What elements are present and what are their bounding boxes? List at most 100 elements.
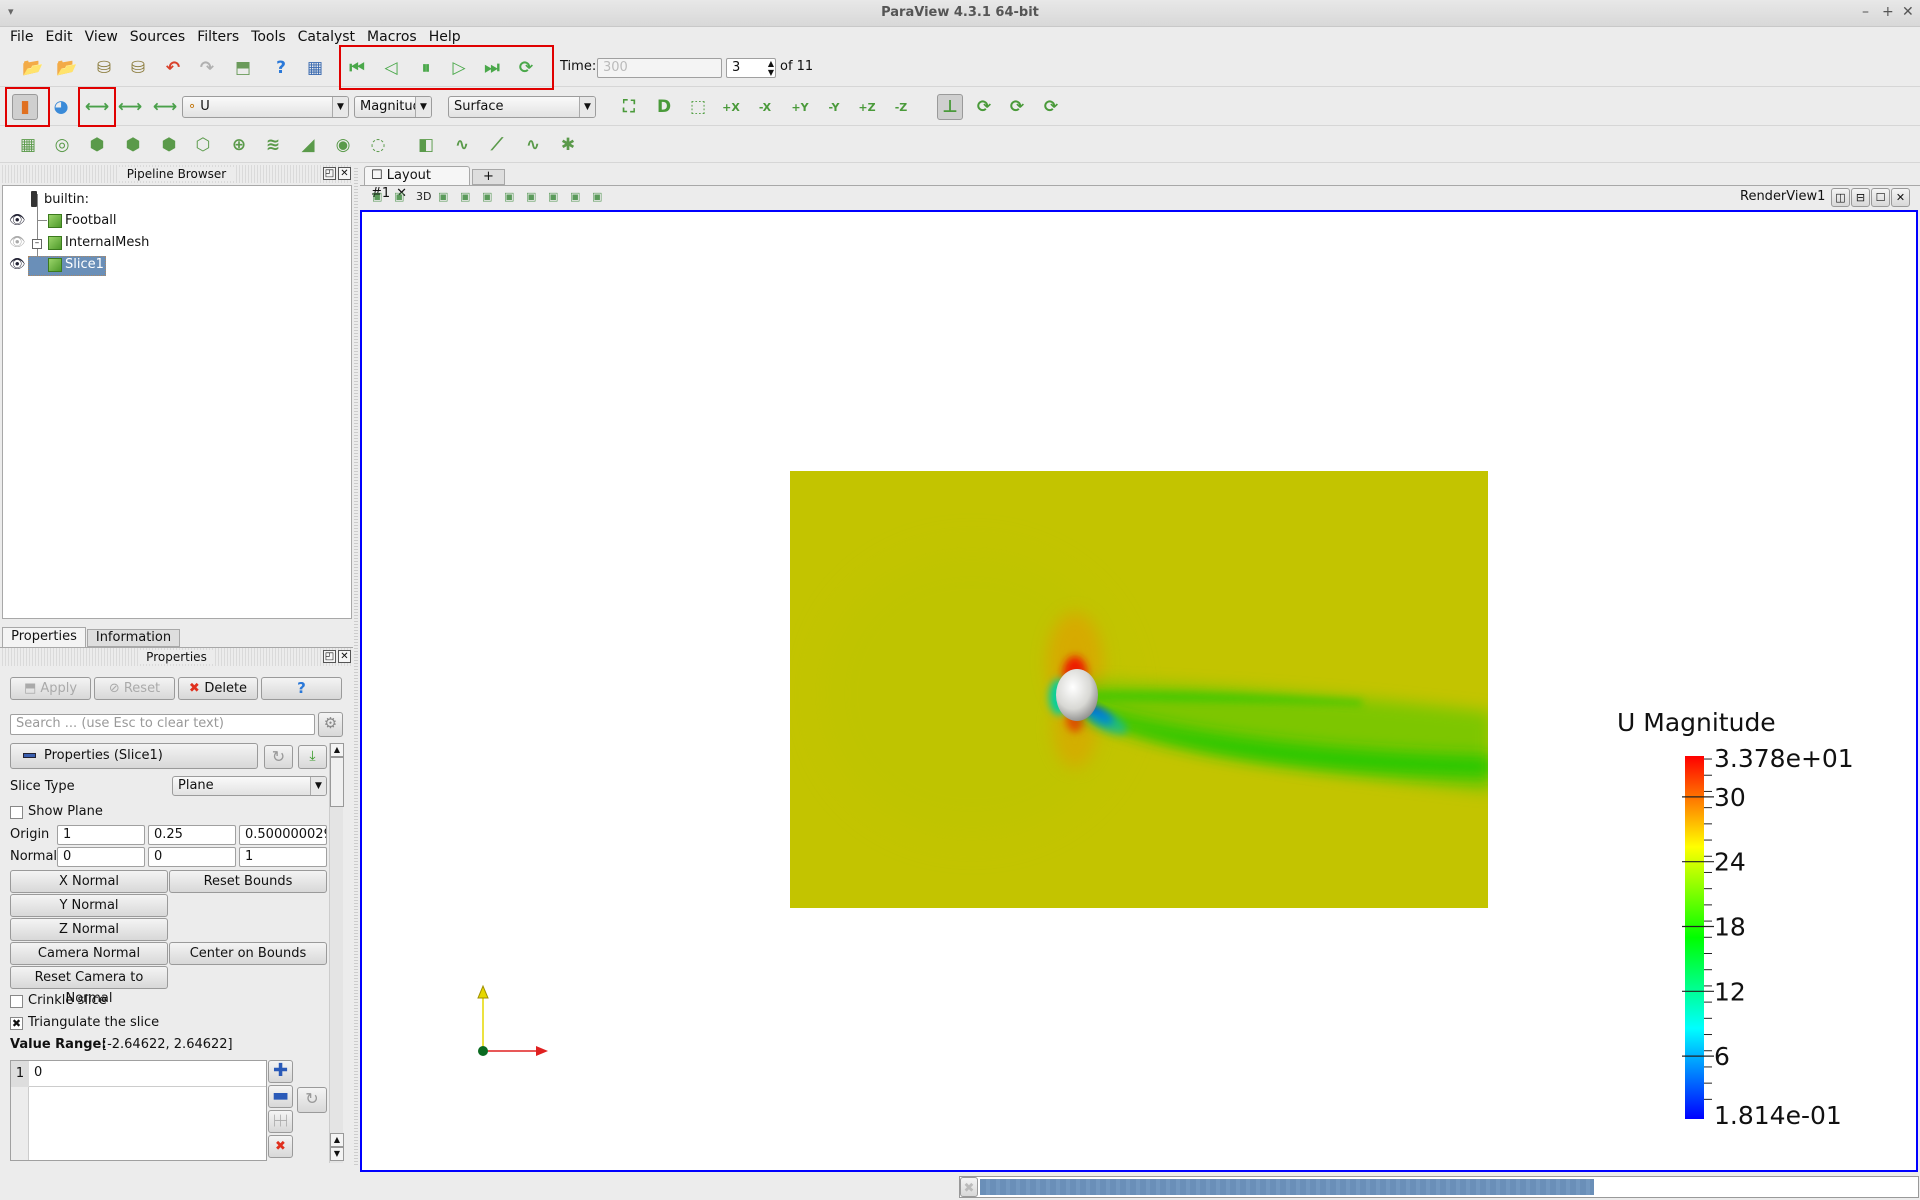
add-layout-tab-button[interactable]: + xyxy=(472,169,505,185)
normal-z-input[interactable]: 1 xyxy=(239,847,327,867)
clear-selection-icon[interactable]: ▣ xyxy=(592,190,602,203)
extract-level-icon[interactable]: ◌ xyxy=(365,132,391,158)
scroll-up-icon[interactable]: ▲ xyxy=(330,743,344,757)
rescale-visible-range-icon[interactable]: ⟷ xyxy=(152,94,178,120)
zoom-to-box-icon[interactable]: ⬚ xyxy=(685,94,711,120)
close-dock-icon[interactable]: ✕ xyxy=(338,650,351,663)
reset-camera-icon[interactable]: ⛶ xyxy=(616,94,642,120)
previous-frame-icon[interactable]: ◁ xyxy=(378,55,404,81)
splitter-handle[interactable] xyxy=(354,166,358,1166)
search-input[interactable]: Search ... (use Esc to clear text) xyxy=(10,714,315,735)
calculator-icon[interactable]: ▦ xyxy=(15,132,41,158)
toggle-3d-icon[interactable]: 3D xyxy=(416,190,431,203)
select-cells-through-icon[interactable]: ▣ xyxy=(482,190,492,203)
add-value-icon[interactable]: ✚ xyxy=(268,1060,293,1083)
normal-y-input[interactable]: 0 xyxy=(148,847,236,867)
contour-icon[interactable]: ◎ xyxy=(49,132,75,158)
tab-information[interactable]: Information xyxy=(87,629,180,647)
split-horizontal-icon[interactable]: ◫ xyxy=(1831,188,1850,207)
center-on-bounds-button[interactable]: Center on Bounds xyxy=(169,942,327,965)
last-frame-icon[interactable]: ⏭ xyxy=(479,55,505,81)
polygon-select-cells-icon[interactable]: ▣ xyxy=(526,190,536,203)
slice-icon[interactable]: ⬢ xyxy=(120,132,146,158)
reset-bounds-button[interactable]: Reset Bounds xyxy=(169,870,327,893)
properties-scrollbar[interactable]: ▲ ▲ ▼ xyxy=(329,743,344,1163)
z-normal-button[interactable]: Z Normal xyxy=(10,918,168,941)
menu-file[interactable]: File xyxy=(10,27,42,47)
time-input[interactable]: 300 xyxy=(597,58,722,78)
timestep-spinbox[interactable]: 3 ▲ ▼ xyxy=(726,58,776,78)
warp-by-vector-icon[interactable]: ◢ xyxy=(295,132,321,158)
component-select[interactable]: Magnitude ▼ xyxy=(354,96,432,118)
normal-x-input[interactable]: 0 xyxy=(57,847,145,867)
apply-button[interactable]: ⬒ Apply xyxy=(10,677,91,700)
split-vertical-icon[interactable]: ⊟ xyxy=(1851,188,1870,207)
plot-selection-over-time-icon[interactable]: ∿ xyxy=(520,132,546,158)
visibility-eye-icon[interactable]: 👁 xyxy=(9,213,26,228)
abort-icon[interactable]: ✖ xyxy=(960,1177,978,1197)
tab-layout-1[interactable]: ☐ Layout #1 ✕ xyxy=(364,166,470,201)
help-icon[interactable]: ? xyxy=(268,55,294,81)
scroll-down-icon[interactable]: ▼ xyxy=(330,1147,344,1161)
render-view[interactable]: U Magnitude 3.378e+01 1.814e-01 6 12 18 24 30 xyxy=(360,210,1918,1172)
scrollbar-thumb[interactable] xyxy=(330,757,344,807)
ruler-icon[interactable]: ✱ xyxy=(555,132,581,158)
float-dock-icon[interactable]: ◰ xyxy=(323,650,336,663)
visibility-eye-icon[interactable]: 👁 xyxy=(9,257,26,272)
color-variable-select[interactable]: ∘ U ▼ xyxy=(182,96,349,118)
color-legend-icon[interactable]: ▮ xyxy=(12,94,38,120)
representation-select[interactable]: Surface ▼ xyxy=(448,96,596,118)
menu-view[interactable]: View xyxy=(85,27,127,47)
menu-tools[interactable]: Tools xyxy=(251,27,295,47)
group-datasets-icon[interactable]: ◉ xyxy=(330,132,356,158)
find-data-icon[interactable]: ⬒ xyxy=(230,55,256,81)
edit-color-map-icon[interactable]: ◕ xyxy=(48,94,74,120)
close-dock-icon[interactable]: ✕ xyxy=(338,167,351,180)
view-minus-z-icon[interactable]: -Z xyxy=(888,94,914,120)
rescale-custom-range-icon[interactable]: ⟷ xyxy=(117,94,143,120)
disconnect-icon[interactable]: ⛁ xyxy=(125,55,151,81)
collapse-icon[interactable]: – xyxy=(32,239,42,249)
add-range-icon[interactable]: ├┼┤ xyxy=(268,1110,293,1133)
open-icon[interactable]: 📂 xyxy=(20,55,46,81)
render-scene[interactable]: U Magnitude 3.378e+01 1.814e-01 6 12 18 24 30 xyxy=(362,212,1916,1170)
value-cell[interactable]: 0 xyxy=(29,1061,266,1087)
remove-all-values-icon[interactable]: ✖ xyxy=(268,1135,293,1158)
next-frame-icon[interactable]: ▷ xyxy=(446,55,472,81)
menu-sources[interactable]: Sources xyxy=(130,27,194,47)
loop-icon[interactable]: ⟳ xyxy=(513,55,539,81)
triangulate-checkbox[interactable]: ✖ xyxy=(10,1017,23,1030)
view-plus-x-icon[interactable]: +X xyxy=(718,94,744,120)
interact-select-icon[interactable]: ▣ xyxy=(394,190,404,203)
save-defaults-icon[interactable]: ⤓ xyxy=(298,745,327,769)
origin-x-input[interactable]: 1 xyxy=(57,825,145,845)
origin-y-input[interactable]: 0.25 xyxy=(148,825,236,845)
pause-icon[interactable]: ⏸ xyxy=(413,55,439,81)
reset-center-icon[interactable]: ⟳ xyxy=(971,94,997,120)
pick-center-icon[interactable]: ▦ xyxy=(302,55,328,81)
menu-macros[interactable]: Macros xyxy=(367,27,426,47)
undo-icon[interactable]: ↶ xyxy=(160,55,186,81)
slice-type-select[interactable]: Plane ▼ xyxy=(172,776,327,796)
glyph-icon[interactable]: ⊕ xyxy=(226,132,252,158)
tree-item-football[interactable]: Football xyxy=(48,213,116,228)
connect-icon[interactable]: ⛁ xyxy=(91,55,117,81)
delete-button[interactable]: ✖ Delete xyxy=(178,677,258,700)
help-button[interactable]: ? xyxy=(261,677,342,700)
extract-subset-icon[interactable]: ⬡ xyxy=(190,132,216,158)
redo-icon[interactable]: ↷ xyxy=(194,55,220,81)
capture-screenshot-icon[interactable]: ▣ xyxy=(372,190,382,203)
menu-catalyst[interactable]: Catalyst xyxy=(298,27,364,47)
surface-select-icon[interactable]: ▣ xyxy=(438,190,448,203)
float-dock-icon[interactable]: ◰ xyxy=(323,167,336,180)
polygon-select-points-icon[interactable]: ▣ xyxy=(548,190,558,203)
visibility-eye-hidden-icon[interactable]: 👁 xyxy=(9,235,26,250)
tree-item-builtin[interactable]: builtin: xyxy=(31,191,89,207)
minimize-icon[interactable]: – xyxy=(1862,4,1869,20)
tab-properties[interactable]: Properties xyxy=(2,627,86,647)
tree-item-internalmesh[interactable]: InternalMesh xyxy=(48,235,149,250)
spin-arrows-icon[interactable]: ▲ ▼ xyxy=(768,59,774,77)
restore-defaults-icon[interactable]: ↻ xyxy=(264,745,293,769)
stream-tracer-icon[interactable]: ≋ xyxy=(260,132,286,158)
maximize-view-icon[interactable]: ☐ xyxy=(1871,188,1890,207)
